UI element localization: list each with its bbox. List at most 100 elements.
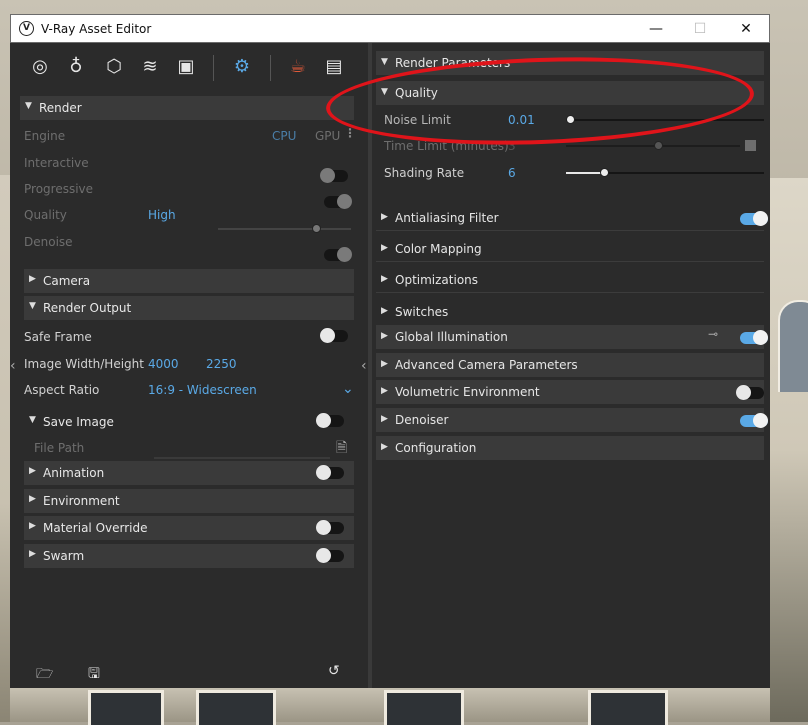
shading-rate-slider-fill — [566, 172, 602, 174]
background-window — [196, 690, 276, 725]
chevron-down-icon: ▼ — [29, 415, 36, 425]
chevron-right-icon: ▶ — [381, 306, 388, 316]
save-image-toggle[interactable] — [316, 413, 344, 428]
camera-section-header[interactable]: ▶ Camera — [24, 269, 354, 293]
toolbar-divider — [213, 55, 214, 81]
chevron-down-icon[interactable]: ⌄ — [342, 381, 354, 397]
denoise-toggle[interactable] — [324, 247, 352, 262]
material-override-toggle[interactable] — [316, 520, 344, 535]
safe-frame-label: Safe Frame — [24, 330, 92, 344]
advanced-camera-parameters-section[interactable]: ▶ Advanced Camera Parameters — [376, 353, 764, 377]
shading-rate-label: Shading Rate — [384, 166, 465, 180]
close-button[interactable]: ✕ — [731, 18, 761, 40]
asset-toolbar: ◎ ♁ ⬡ ≋ ▣ ⚙ ☕ ▤ — [10, 43, 368, 91]
chevron-right-icon: ▶ — [381, 212, 388, 222]
time-limit-checkbox[interactable] — [745, 140, 756, 151]
reset-icon[interactable]: ↺ — [328, 663, 340, 679]
time-limit-slider-handle[interactable] — [654, 141, 663, 150]
toolbar-divider — [270, 55, 271, 81]
chevron-right-icon: ▶ — [29, 274, 36, 284]
title-bar[interactable]: V V-Ray Asset Editor — ☐ ✕ — [10, 14, 770, 43]
render-section-header[interactable]: ▼ Render — [20, 96, 354, 120]
quality-slider-handle[interactable] — [312, 224, 321, 233]
background-building-right — [768, 178, 808, 722]
image-height-input[interactable]: 2250 — [206, 357, 237, 371]
engine-label: Engine — [24, 129, 66, 143]
chevron-down-icon: ▼ — [381, 57, 388, 67]
collapse-left-icon[interactable]: ‹ — [10, 358, 16, 374]
engine-gpu-option[interactable]: GPU — [315, 129, 340, 143]
render-output-section-header[interactable]: ▼ Render Output — [24, 296, 354, 320]
chevron-right-icon: ▶ — [29, 549, 36, 559]
denoiser-toggle[interactable] — [740, 413, 768, 428]
global-illumination-section[interactable]: ▶ Global Illumination — [376, 325, 764, 349]
progressive-toggle[interactable] — [324, 194, 352, 209]
quality-value[interactable]: High — [148, 208, 176, 222]
time-limit-slider-track[interactable] — [566, 145, 740, 147]
save-icon[interactable]: 🖫 — [88, 663, 100, 687]
safe-frame-toggle[interactable] — [320, 328, 348, 343]
frame-buffer-icon[interactable]: ▤ — [322, 55, 346, 79]
animation-section-header[interactable]: ▶ Animation — [24, 461, 354, 485]
collapse-right-icon[interactable]: ‹ — [361, 358, 367, 374]
settings-icon[interactable]: ⚙ — [230, 55, 254, 79]
chevron-down-icon: ▼ — [29, 301, 36, 311]
aspect-ratio-select[interactable]: 16:9 - Widescreen — [148, 383, 257, 397]
vray-logo-icon: V — [19, 21, 34, 36]
color-mapping-section[interactable]: ▶ Color Mapping — [376, 237, 764, 262]
switches-section[interactable]: ▶ Switches — [376, 300, 764, 324]
gi-options-icon[interactable]: ⊸ — [708, 327, 718, 341]
shading-rate-input[interactable]: 6 — [508, 166, 516, 180]
material-override-section-header[interactable]: ▶ Material Override — [24, 516, 354, 540]
materials-icon[interactable]: ◎ — [28, 55, 52, 79]
layers-icon[interactable]: ≋ — [138, 55, 162, 79]
file-path-label: File Path — [34, 441, 85, 455]
quality-label: Quality — [24, 208, 67, 222]
lights-icon[interactable]: ♁ — [64, 55, 88, 79]
chevron-right-icon: ▶ — [381, 442, 388, 452]
shading-rate-slider-handle[interactable] — [600, 168, 609, 177]
render-settings-panel: ◎ ♁ ⬡ ≋ ▣ ⚙ ☕ ▤ ▼ Render Engine CPU GPU … — [10, 43, 368, 688]
swarm-toggle[interactable] — [316, 548, 344, 563]
file-path-field[interactable] — [154, 457, 330, 459]
quality-slider-track[interactable] — [218, 228, 351, 230]
progressive-label: Progressive — [24, 182, 94, 196]
chevron-down-icon: ▼ — [25, 101, 32, 111]
maximize-button[interactable]: ☐ — [685, 18, 715, 40]
chevron-right-icon: ▶ — [381, 414, 388, 424]
interactive-toggle[interactable] — [320, 168, 348, 183]
image-width-input[interactable]: 4000 — [148, 357, 179, 371]
chevron-right-icon: ▶ — [381, 359, 388, 369]
environment-section-header[interactable]: ▶ Environment — [24, 489, 354, 513]
aspect-ratio-label: Aspect Ratio — [24, 383, 100, 397]
antialiasing-filter-section[interactable]: ▶ Antialiasing Filter — [376, 206, 764, 231]
antialiasing-filter-toggle[interactable] — [740, 211, 768, 226]
chevron-right-icon: ▶ — [381, 243, 388, 253]
minimize-button[interactable]: — — [641, 18, 671, 40]
background-window — [588, 690, 668, 725]
volumetric-environment-toggle[interactable] — [736, 385, 764, 400]
chevron-right-icon: ▶ — [381, 386, 388, 396]
animation-toggle[interactable] — [316, 465, 344, 480]
denoiser-section[interactable]: ▶ Denoiser — [376, 408, 764, 432]
global-illumination-toggle[interactable] — [740, 330, 768, 345]
configuration-section[interactable]: ▶ Configuration — [376, 436, 764, 460]
engine-cpu-option[interactable]: CPU — [272, 129, 296, 143]
volumetric-environment-section[interactable]: ▶ Volumetric Environment — [376, 380, 764, 404]
background-window — [384, 690, 464, 725]
open-folder-icon[interactable]: 🗁 — [36, 663, 53, 687]
chevron-right-icon: ▶ — [29, 521, 36, 531]
swarm-section-header[interactable]: ▶ Swarm — [24, 544, 354, 568]
background-window — [88, 690, 164, 725]
file-browse-icon[interactable]: 🗎 — [336, 437, 347, 461]
geometry-icon[interactable]: ⬡ — [102, 55, 126, 79]
textures-icon[interactable]: ▣ — [174, 55, 198, 79]
render-teapot-icon[interactable]: ☕ — [286, 55, 310, 79]
chevron-right-icon: ▶ — [29, 494, 36, 504]
interactive-label: Interactive — [24, 156, 89, 170]
chevron-right-icon: ▶ — [381, 274, 388, 284]
denoise-label: Denoise — [24, 235, 73, 249]
chevron-right-icon: ▶ — [381, 331, 388, 341]
optimizations-section[interactable]: ▶ Optimizations — [376, 268, 764, 293]
save-image-section-header[interactable]: ▼ Save Image — [24, 410, 354, 434]
